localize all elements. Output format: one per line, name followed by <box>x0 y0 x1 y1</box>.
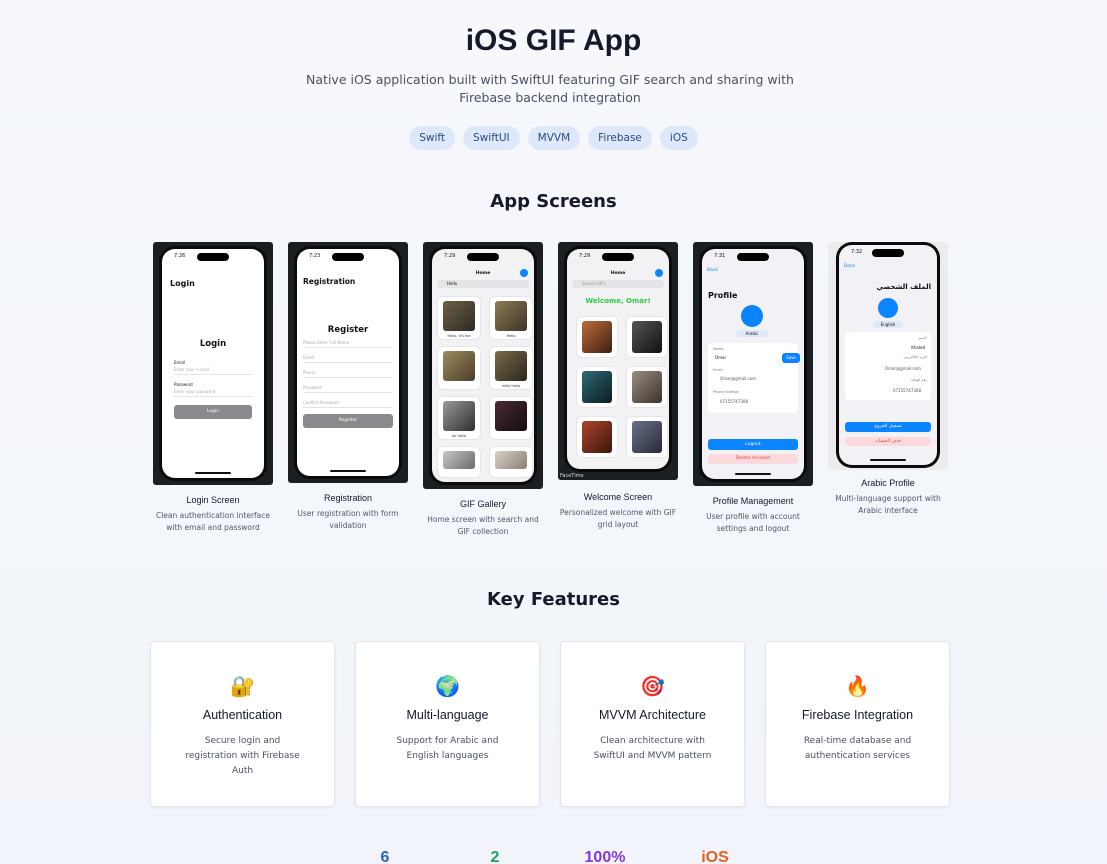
tag-firebase: Firebase <box>588 126 652 150</box>
key-features-heading: Key Features <box>487 589 620 610</box>
screen-label: Profile Management <box>712 496 794 506</box>
feature-card-mvvm: 🎯 MVVM Architecture Clean architecture w… <box>560 641 745 807</box>
screen-label: Arabic Profile <box>861 478 915 488</box>
screen-description: Multi-language support with Arabic inter… <box>835 494 941 515</box>
feature-description: Support for Arabic and English languages <box>396 736 499 761</box>
page-title: iOS GIF App <box>465 24 642 57</box>
screen-label: Login Screen <box>186 495 240 505</box>
gif-gallery-screenshot: 7:29 Home Hello Hello, it's me Hello hel… <box>423 242 543 489</box>
welcome-screenshot: 7:29 Home Search GIFs Welcome, Omar! Fac… <box>558 242 678 480</box>
feature-description: Real-time database and authentication se… <box>803 736 912 761</box>
feature-description: Secure login and registration with Fireb… <box>185 736 300 776</box>
feature-title: Multi-language <box>406 708 489 722</box>
feature-title: MVVM Architecture <box>599 708 706 722</box>
lock-icon: 🔐 <box>230 674 255 698</box>
screen-description: Clean authentication interface with emai… <box>155 511 271 532</box>
stat-percentage: 100% <box>584 849 626 864</box>
stat-languages-count: 2 <box>490 849 500 864</box>
feature-title: Firebase Integration <box>801 708 914 722</box>
fire-icon: 🔥 <box>845 674 870 698</box>
registration-screenshot: 7:23 Registration Register Please Enter … <box>288 242 408 483</box>
app-screens-heading: App Screens <box>490 191 617 212</box>
stat-screens-count: 6 <box>380 849 390 864</box>
target-icon: 🎯 <box>640 674 665 698</box>
screen-description: Home screen with search and GIF collecti… <box>427 515 539 536</box>
screen-label: Registration <box>323 493 373 503</box>
stat-platform: iOS <box>701 849 729 864</box>
facetime-label: FaceTime <box>560 473 584 479</box>
screen-description: Personalized welcome with GIF grid layou… <box>559 508 677 529</box>
feature-title: Authentication <box>202 708 283 722</box>
screen-label: Welcome Screen <box>583 492 653 502</box>
page: iOS GIF App Native iOS application built… <box>0 0 1107 864</box>
feature-card-authentication: 🔐 Authentication Secure login and regist… <box>150 641 335 807</box>
globe-icon: 🌍 <box>435 674 460 698</box>
tag-swiftui: SwiftUI <box>463 126 520 150</box>
tag-ios: iOS <box>659 126 698 150</box>
screen-description: User profile with account settings and l… <box>706 512 800 533</box>
tag-mvvm: MVVM <box>527 126 581 150</box>
page-subtitle: Native iOS application built with SwiftU… <box>306 72 794 105</box>
arabic-profile-screenshot: 7:32 Back الملف الشخصي English الاسم Kha… <box>828 242 948 470</box>
tag-swift: Swift <box>409 126 456 150</box>
feature-card-firebase: 🔥 Firebase Integration Real-time databas… <box>765 641 950 807</box>
tech-tags: Swift SwiftUI MVVM Firebase iOS <box>0 126 1107 150</box>
feature-card-multi-language: 🌍 Multi-language Support for Arabic and … <box>355 641 540 807</box>
feature-description: Clean architecture with SwiftUI and MVVM… <box>593 736 712 761</box>
login-screenshot: 7:26 Login Login Email Enter your e-mail… <box>153 242 273 485</box>
screen-description: User registration with form validation <box>297 509 399 530</box>
profile-screenshot: 7:31 Back Profile Arabic Name Omar Save … <box>693 242 813 486</box>
screen-label: GIF Gallery <box>459 499 506 509</box>
